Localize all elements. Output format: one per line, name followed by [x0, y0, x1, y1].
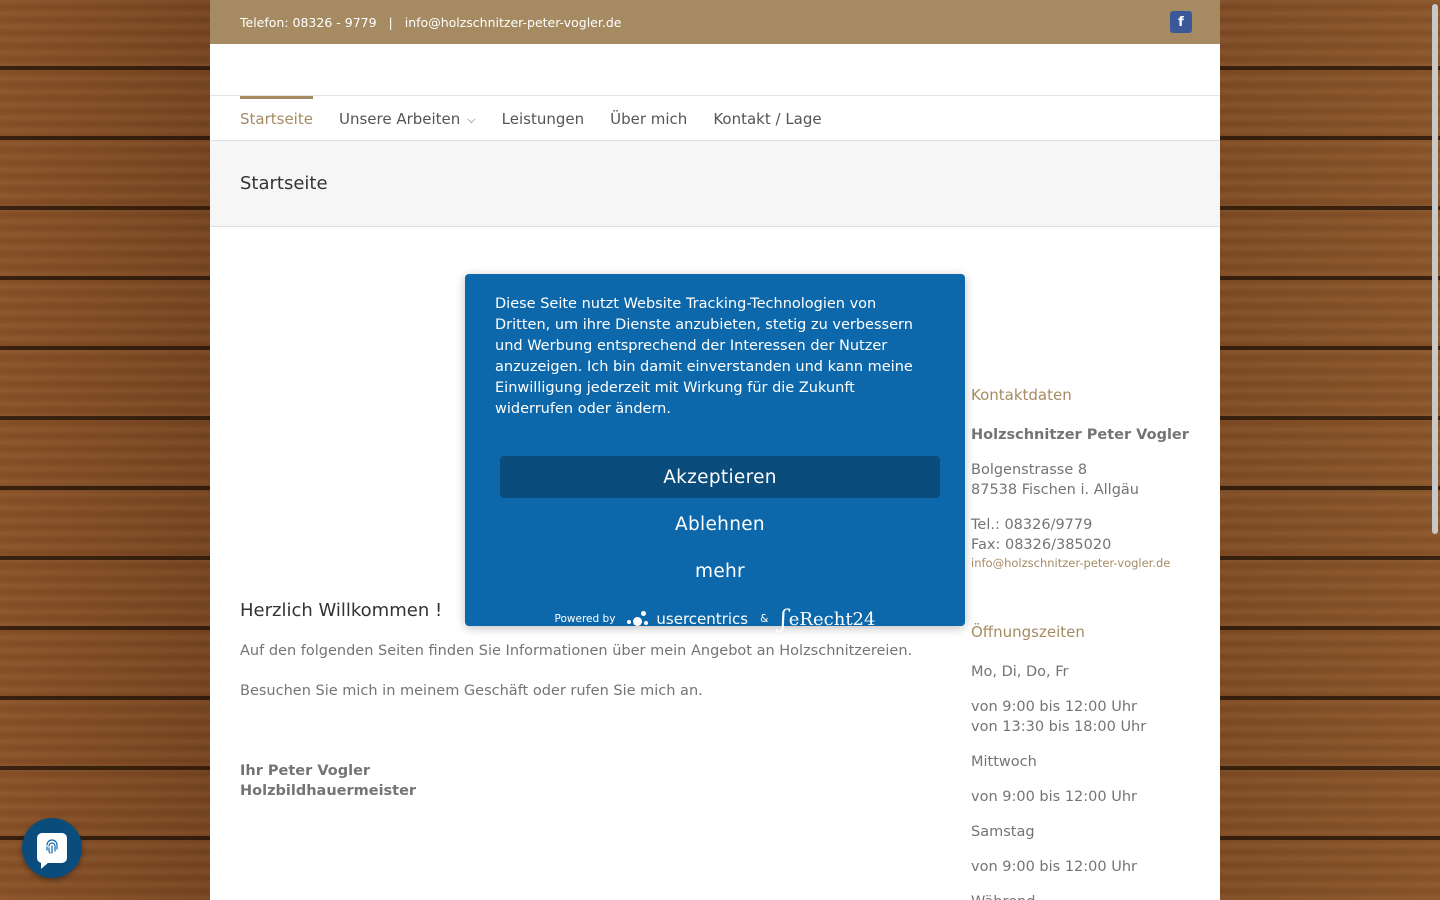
erecht24-wordmark: eRecht24: [788, 608, 876, 630]
hours-days: Samstag: [971, 824, 1035, 840]
sidebar-tel: Tel.: 08326/9779: [971, 517, 1093, 533]
contact-heading: Kontaktdaten: [971, 386, 1072, 404]
main-nav: Startseite Unsere Arbeiten ⌵ Leistungen …: [210, 96, 1220, 141]
more-button[interactable]: mehr: [500, 551, 940, 591]
hours-line: von 9:00 bis 12:00 Uhr: [971, 699, 1137, 715]
nav-item-leistungen[interactable]: Leistungen: [502, 96, 584, 140]
usercentrics-wordmark: usercentrics: [656, 610, 749, 628]
page-scrollbar[interactable]: [1430, 0, 1440, 900]
visit-paragraph: Besuchen Sie mich in meinem Geschäft ode…: [240, 683, 703, 699]
nav-label: Unsere Arbeiten: [338, 109, 461, 128]
usercentrics-dots-icon: [627, 609, 651, 629]
intro-paragraph: Auf den folgenden Seiten finden Sie Info…: [240, 643, 913, 659]
fingerprint-icon: [46, 839, 58, 854]
hours-block: von 9:00 bis 12:00 Uhr von 13:30 bis 18:…: [971, 697, 1211, 737]
page-title-bar: Startseite: [210, 141, 1220, 227]
hours-days: Mo, Di, Do, Fr: [971, 664, 1069, 680]
page-title: Startseite: [240, 173, 328, 194]
signature: Ihr Peter Vogler Holzbildhauermeister: [240, 761, 940, 801]
sidebar-email-link[interactable]: info@holzschnitzer-peter-vogler.de: [971, 556, 1211, 570]
address-street: Bolgenstrasse 8: [971, 462, 1088, 478]
top-contact: Telefon: 08326 - 9779 | info@holzschnitz…: [240, 15, 621, 30]
company-name: Holzschnitzer Peter Vogler: [971, 427, 1189, 443]
privacy-settings-button[interactable]: [22, 818, 82, 878]
erecht24-logo[interactable]: ʃ eRecht24: [780, 605, 875, 633]
nav-item-kontakt-lage[interactable]: Kontakt / Lage: [713, 96, 821, 140]
top-phone: Telefon: 08326 - 9779: [240, 14, 377, 30]
signature-title: Holzbildhauermeister: [240, 783, 417, 799]
erecht24-swirl-icon: ʃ: [780, 605, 787, 633]
nav-label: Kontakt / Lage: [713, 109, 822, 128]
powered-by-ampersand: &: [760, 613, 769, 625]
nav-item-ueber-mich[interactable]: Über mich: [610, 96, 687, 140]
nav-label: Startseite: [240, 109, 313, 128]
sidebar-fax: Fax: 08326/385020: [971, 537, 1112, 553]
accept-button[interactable]: Akzeptieren: [500, 456, 940, 498]
facebook-icon[interactable]: f: [1170, 11, 1192, 33]
phone-fax: Tel.: 08326/9779 Fax: 08326/385020: [971, 515, 1211, 555]
cookie-consent-dialog: Diese Seite nutzt Website Tracking-Techn…: [465, 274, 965, 633]
address-city: 87538 Fischen i. Allgäu: [971, 482, 1139, 498]
hours-line: von 9:00 bis 12:00 Uhr: [971, 789, 1137, 805]
nav-label: Über mich: [610, 109, 688, 128]
sidebar: Kontaktdaten Holzschnitzer Peter Vogler …: [971, 385, 1211, 900]
nav-label: Leistungen: [501, 109, 585, 128]
top-bar: Telefon: 08326 - 9779 | info@holzschnitz…: [210, 0, 1220, 44]
chevron-down-icon: ⌵: [467, 112, 476, 126]
powered-by-label: Powered by: [554, 613, 616, 625]
signature-name: Ihr Peter Vogler: [240, 763, 371, 779]
address: Bolgenstrasse 8 87538 Fischen i. Allgäu: [971, 460, 1211, 500]
top-separator: |: [388, 14, 393, 30]
cookie-text: Diese Seite nutzt Website Tracking-Techn…: [495, 296, 913, 417]
chat-bubble-icon: [37, 833, 67, 869]
logo-area: [210, 44, 1220, 96]
nav-item-unsere-arbeiten[interactable]: Unsere Arbeiten ⌵: [339, 96, 476, 140]
hours-heading: Öffnungszeiten: [971, 623, 1085, 641]
usercentrics-logo[interactable]: usercentrics: [627, 609, 748, 629]
hours-days: Mittwoch: [971, 754, 1037, 770]
hours-line: von 13:30 bis 18:00 Uhr: [971, 719, 1147, 735]
powered-by: Powered by usercentrics & ʃ eRecht24: [495, 605, 935, 633]
scrollbar-thumb[interactable]: [1432, 4, 1438, 534]
hours-line: Während ...: [971, 892, 1211, 900]
decline-button[interactable]: Ablehnen: [500, 504, 940, 544]
top-email-link[interactable]: info@holzschnitzer-peter-vogler.de: [405, 15, 622, 30]
nav-item-startseite[interactable]: Startseite: [240, 96, 313, 140]
hours-line: von 9:00 bis 12:00 Uhr: [971, 859, 1137, 875]
